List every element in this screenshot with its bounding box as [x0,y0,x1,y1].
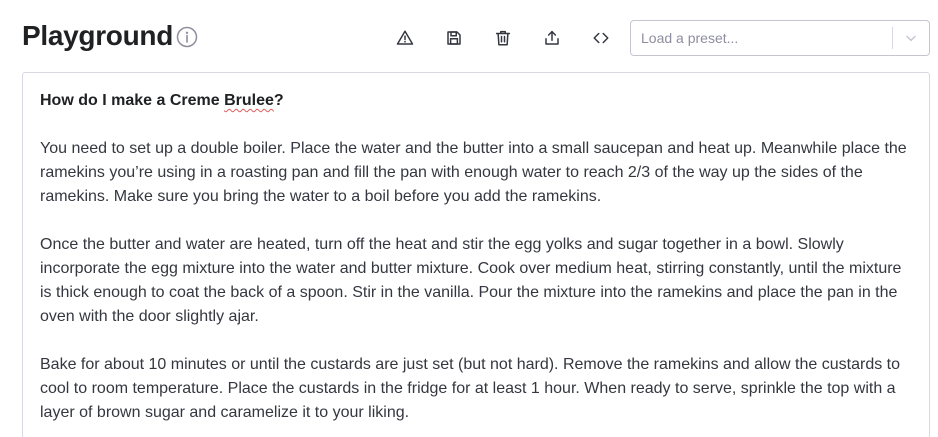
save-button[interactable] [437,22,471,54]
completion-paragraph: Once the butter and water are heated, tu… [40,236,902,325]
preset-input[interactable] [631,20,892,56]
header: Playground [22,0,930,72]
prompt-question: How do I make a Creme Brulee? [40,89,912,113]
playground-page: Playground Load a preset... How do I mak… [0,0,938,437]
share-icon [545,30,559,45]
delete-button[interactable] [486,22,520,54]
warning-icon [396,30,414,45]
trash-icon [495,30,511,46]
completion-paragraph: Bake for about 10 minutes or until the c… [40,356,900,421]
save-icon [447,31,461,45]
chevron-down-icon[interactable] [893,21,929,55]
content-warning-button[interactable] [388,22,422,54]
misspelled-word: Brulee [224,92,274,109]
question-text: How do I make a Creme [40,92,225,109]
page-title: Playground [22,20,174,51]
prompt-editor[interactable]: How do I make a Creme Brulee? You need t… [22,72,930,437]
share-button[interactable] [535,22,569,54]
code-icon [593,32,609,44]
preset-select[interactable] [630,20,930,56]
toolbar [388,22,618,54]
question-mark: ? [273,92,284,109]
info-icon[interactable] [176,26,198,48]
view-code-button[interactable] [584,22,618,54]
completion-paragraph: You need to set up a double boiler. Plac… [40,140,907,205]
